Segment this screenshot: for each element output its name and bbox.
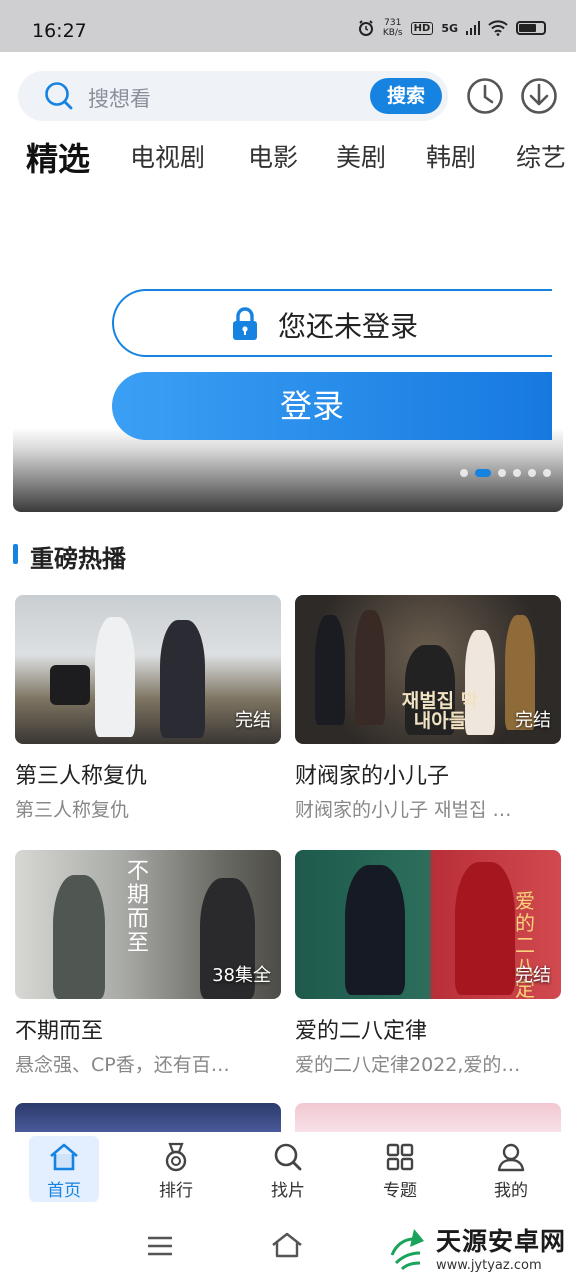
tab-us-drama[interactable]: 美剧 — [336, 138, 386, 174]
video-card[interactable]: 爱的二八定律 完结 爱的二八定律 爱的二八定律2022,爱的… — [295, 850, 561, 1076]
home-button-icon[interactable] — [271, 1231, 303, 1259]
user-icon — [497, 1143, 525, 1172]
home-icon — [50, 1143, 78, 1171]
poster-title: 재벌집 막내아들 — [401, 690, 479, 732]
watermark-name: 天源安卓网 — [435, 1227, 566, 1256]
download-icon[interactable] — [519, 76, 559, 116]
category-tabs: 精选 电视剧 电影 美剧 韩剧 综艺 — [0, 138, 576, 188]
nav-discover[interactable]: 找片 — [253, 1136, 323, 1202]
menu-icon[interactable] — [147, 1235, 173, 1257]
video-thumbnail[interactable]: 재벌집 막내아들 完结 — [295, 595, 561, 744]
carousel-indicator — [460, 469, 551, 477]
nav-label: 找片 — [271, 1181, 305, 1201]
carousel-dot[interactable] — [528, 469, 536, 477]
video-thumbnail[interactable]: 爱的二八定律 完结 — [295, 850, 561, 999]
signal-icon — [466, 21, 480, 35]
watermark-logo-icon — [390, 1228, 424, 1270]
nav-label: 专题 — [383, 1181, 417, 1201]
network-type: 5G — [441, 21, 458, 35]
search-bar[interactable]: 搜想看 搜索 — [18, 71, 448, 121]
search-icon — [45, 82, 73, 110]
lock-icon — [233, 307, 257, 340]
hd-badge: HD — [410, 21, 434, 35]
tab-featured[interactable]: 精选 — [26, 138, 90, 180]
video-card[interactable]: 재벌집 막내아들 完结 财阀家的小儿子 财阀家的小儿子 재벌집 … — [295, 595, 561, 821]
not-logged-in-text: 您还未登录 — [278, 310, 419, 343]
status-badge: 38集全 — [212, 965, 271, 986]
video-subtitle: 财阀家的小儿子 재벌집 … — [295, 799, 512, 821]
status-time: 16:27 — [32, 20, 87, 42]
battery-level — [519, 24, 537, 32]
video-subtitle: 第三人称复仇 — [15, 799, 130, 821]
poster-title: 不期而至 — [127, 859, 150, 956]
watermark: 天源安卓网 www.jytyaz.com — [388, 1222, 566, 1273]
video-title[interactable]: 第三人称复仇 — [15, 758, 147, 790]
network-speed: 731 KB/s — [383, 18, 403, 38]
bottom-navigation: 首页 排行 找片 专题 我的 — [0, 1132, 576, 1212]
video-subtitle: 悬念强、CP香，还有百… — [15, 1054, 230, 1076]
status-badge: 完结 — [515, 965, 551, 986]
nav-label: 排行 — [159, 1181, 193, 1201]
carousel-dot[interactable] — [498, 469, 506, 477]
nav-profile[interactable]: 我的 — [476, 1136, 546, 1202]
video-card[interactable]: 不期而至 38集全 不期而至 悬念强、CP香，还有百… — [15, 850, 281, 1076]
banner-carousel[interactable]: 您还未登录 登录 — [13, 200, 563, 512]
status-badge: 完结 — [515, 710, 551, 731]
grid-icon — [386, 1143, 414, 1171]
video-title[interactable]: 财阀家的小儿子 — [295, 758, 449, 790]
login-button[interactable]: 登录 — [112, 372, 552, 440]
carousel-dot-active[interactable] — [475, 469, 491, 477]
video-thumbnail[interactable]: 完结 — [15, 595, 281, 744]
section-accent-bar — [13, 544, 18, 564]
video-title[interactable]: 爱的二八定律 — [295, 1013, 427, 1045]
watermark-url: www.jytyaz.com — [435, 1258, 542, 1273]
clock-icon[interactable] — [465, 76, 505, 116]
nav-label: 我的 — [494, 1181, 528, 1201]
video-title[interactable]: 不期而至 — [15, 1013, 103, 1045]
tab-k-drama[interactable]: 韩剧 — [426, 138, 476, 174]
section-title: 重磅热播 — [30, 545, 126, 573]
search-button[interactable]: 搜索 — [370, 78, 442, 114]
status-bar: 16:27 731 KB/s HD 5G — [0, 0, 576, 52]
alarm-icon — [358, 20, 373, 36]
video-thumbnail[interactable]: 不期而至 38集全 — [15, 850, 281, 999]
nav-home[interactable]: 首页 — [29, 1136, 99, 1202]
medal-icon — [165, 1142, 187, 1172]
video-thumbnail[interactable] — [15, 1103, 281, 1132]
tab-movies[interactable]: 电影 — [248, 138, 298, 174]
search-icon — [274, 1143, 302, 1171]
speed-value: 731 — [384, 18, 402, 28]
wifi-icon — [488, 20, 508, 36]
carousel-dot[interactable] — [543, 469, 551, 477]
login-status-pill[interactable]: 您还未登录 — [112, 289, 552, 357]
carousel-dot[interactable] — [513, 469, 521, 477]
tab-tv-series[interactable]: 电视剧 — [130, 138, 205, 174]
battery-icon — [516, 21, 546, 35]
status-icons: 731 KB/s HD 5G — [357, 18, 546, 38]
carousel-dot[interactable] — [460, 469, 468, 477]
video-subtitle: 爱的二八定律2022,爱的… — [295, 1054, 521, 1076]
speed-unit: KB/s — [382, 28, 403, 38]
nav-ranking[interactable]: 排行 — [141, 1136, 211, 1202]
tab-variety[interactable]: 综艺 — [516, 138, 566, 174]
nav-label: 首页 — [47, 1181, 81, 1201]
status-badge: 完结 — [235, 710, 271, 731]
video-thumbnail[interactable] — [295, 1103, 561, 1132]
video-card[interactable]: 完结 第三人称复仇 第三人称复仇 — [15, 595, 281, 821]
nav-topics[interactable]: 专题 — [365, 1136, 435, 1202]
search-input[interactable]: 搜想看 — [88, 83, 151, 113]
